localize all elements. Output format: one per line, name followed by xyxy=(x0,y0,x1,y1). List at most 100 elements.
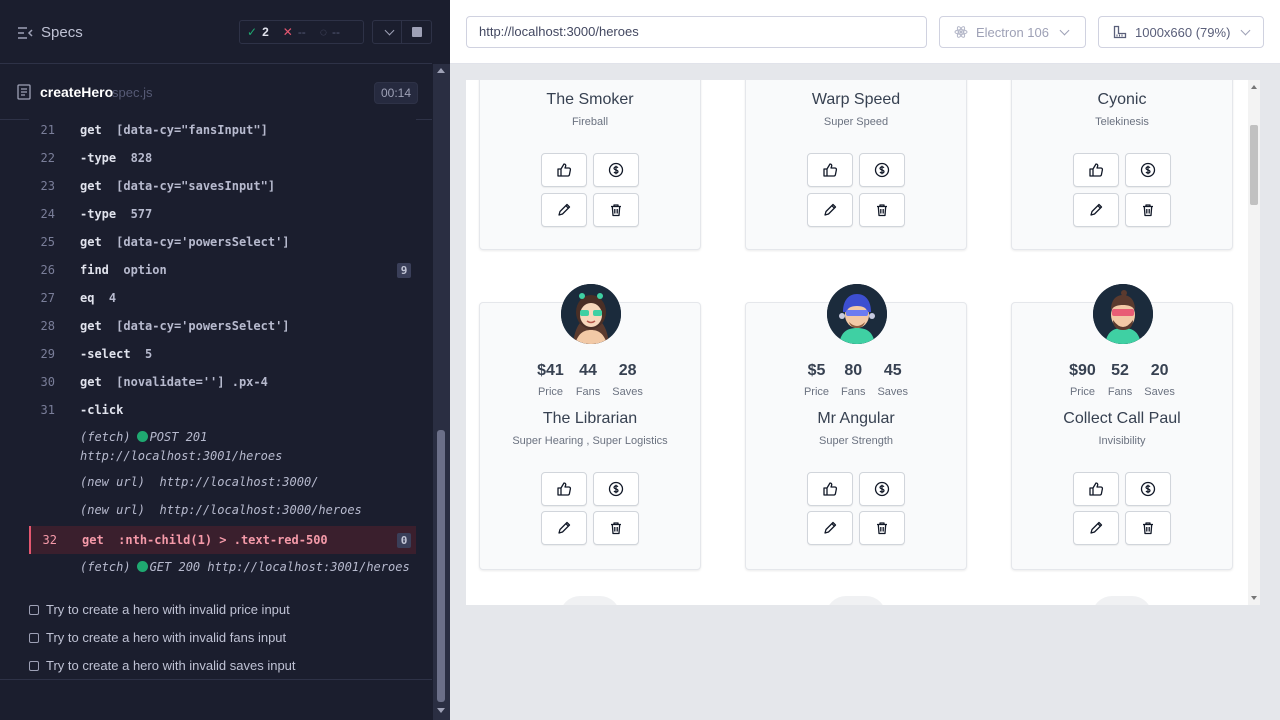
dollar-icon xyxy=(874,481,890,497)
trash-icon xyxy=(611,204,621,217)
like-button[interactable] xyxy=(807,153,853,187)
app-scrollbar[interactable] xyxy=(1248,80,1260,605)
delete-button[interactable] xyxy=(1125,193,1171,227)
command-number: 23 xyxy=(40,179,55,193)
price-button[interactable] xyxy=(1125,472,1171,506)
scrollbar-thumb[interactable] xyxy=(437,430,445,702)
edit-button[interactable] xyxy=(807,193,853,227)
next-hero-avatar xyxy=(560,596,620,605)
delete-button[interactable] xyxy=(859,193,905,227)
reporter-header: Specs ✓ 2 ✕ -- ◌ -- xyxy=(0,0,432,64)
command-row[interactable]: 26 find option 9 xyxy=(29,256,416,284)
command-row[interactable]: 21 get [data-cy="fansInput"] xyxy=(29,116,416,144)
new-url-log[interactable]: (new url) http://localhost:3000/ xyxy=(80,475,318,489)
hero-card: Cyonic Telekinesis xyxy=(1011,80,1233,250)
scroll-up-arrow-icon[interactable] xyxy=(1251,85,1257,89)
price-button[interactable] xyxy=(859,472,905,506)
command-number: 28 xyxy=(40,319,55,333)
ruler-icon xyxy=(1113,25,1127,39)
scrollbar-thumb[interactable] xyxy=(1250,125,1258,205)
delete-button[interactable] xyxy=(859,511,905,545)
edit-button[interactable] xyxy=(807,511,853,545)
spec-extension: spec.js xyxy=(112,85,153,100)
price-label: Price xyxy=(1069,386,1095,398)
edit-button[interactable] xyxy=(541,511,587,545)
menu-collapse-icon xyxy=(18,26,33,39)
command-row[interactable]: 27 eq 4 xyxy=(29,284,416,312)
price-button[interactable] xyxy=(593,472,639,506)
command-row[interactable]: 22 -type 828 xyxy=(29,144,416,172)
trash-icon xyxy=(877,204,887,217)
like-button[interactable] xyxy=(807,472,853,506)
hero-card: $5 Price 80 Fans 45 Saves Mr Angular Super … xyxy=(745,284,967,570)
command-number: 21 xyxy=(40,123,55,137)
command-name: -type 828 xyxy=(80,151,153,165)
edit-button[interactable] xyxy=(541,193,587,227)
command-name: get :nth-child(1) > .text-red-500 xyxy=(82,533,328,547)
fetch-log-post[interactable]: (fetch) POST 201 xyxy=(80,430,207,444)
scroll-up-arrow-icon[interactable] xyxy=(437,68,445,73)
delete-button[interactable] xyxy=(593,193,639,227)
test-item[interactable]: Try to create a hero with invalid price … xyxy=(29,602,290,617)
browser-selector[interactable]: Electron 106 xyxy=(939,16,1086,48)
fetch-log-get[interactable]: (fetch) GET 200 http://localhost:3001/her… xyxy=(80,560,410,574)
test-item[interactable]: Try to create a hero with invalid saves … xyxy=(29,658,296,673)
command-row[interactable]: 28 get [data-cy='powersSelect'] xyxy=(29,312,416,340)
like-button[interactable] xyxy=(1073,472,1119,506)
command-row-failed[interactable]: 32 get :nth-child(1) > .text-red-500 0 xyxy=(29,526,416,554)
command-name: get [data-cy="fansInput"] xyxy=(80,123,268,137)
saves-label: Saves xyxy=(877,386,909,398)
command-number: 27 xyxy=(40,291,55,305)
failed-x-icon: ✕ xyxy=(282,25,293,39)
fans-value: 80 xyxy=(844,362,863,379)
saves-value: 28 xyxy=(618,362,637,379)
delete-button[interactable] xyxy=(593,511,639,545)
command-number: 32 xyxy=(42,533,57,547)
url-bar[interactable]: http://localhost:3000/heroes xyxy=(466,16,927,48)
saves-label: Saves xyxy=(612,386,643,398)
scroll-down-arrow-icon[interactable] xyxy=(437,708,445,713)
scroll-down-arrow-icon[interactable] xyxy=(1251,596,1257,600)
trash-icon xyxy=(1143,522,1153,535)
command-row[interactable]: 29 -select 5 xyxy=(29,340,416,368)
price-button[interactable] xyxy=(593,153,639,187)
new-url-log[interactable]: (new url) http://localhost:3000/heroes xyxy=(80,503,362,517)
pencil-icon xyxy=(824,203,837,216)
auto-scroll-button[interactable] xyxy=(372,20,402,44)
test-item[interactable]: Try to create a hero with invalid fans i… xyxy=(29,630,286,645)
command-row[interactable]: 31 -click xyxy=(29,396,416,424)
command-name: get [data-cy="savesInput"] xyxy=(80,179,276,193)
pencil-icon xyxy=(558,521,571,534)
reporter-scrollbar[interactable] xyxy=(433,64,450,720)
fans-label: Fans xyxy=(841,386,866,398)
electron-icon xyxy=(954,26,968,38)
browser-name: Electron 106 xyxy=(976,24,1049,40)
like-button[interactable] xyxy=(541,472,587,506)
edit-button[interactable] xyxy=(1073,193,1119,227)
fans-label: Fans xyxy=(1107,386,1133,398)
price-button[interactable] xyxy=(1125,153,1171,187)
specs-toggle[interactable]: Specs xyxy=(17,24,83,41)
command-row[interactable]: 24 -type 577 xyxy=(29,200,416,228)
edit-button[interactable] xyxy=(1073,511,1119,545)
thumbs-up-icon xyxy=(1089,163,1104,177)
like-button[interactable] xyxy=(541,153,587,187)
command-row[interactable]: 23 get [data-cy="savesInput"] xyxy=(29,172,416,200)
hero-name: Mr Angular xyxy=(817,410,895,427)
stop-button[interactable] xyxy=(402,20,432,44)
document-icon xyxy=(17,84,31,100)
price-button[interactable] xyxy=(859,153,905,187)
like-button[interactable] xyxy=(1073,153,1119,187)
hero-powers: Telekinesis xyxy=(1095,116,1149,128)
thumbs-up-icon xyxy=(557,482,572,496)
command-row[interactable]: 25 get [data-cy='powersSelect'] xyxy=(29,228,416,256)
failed-count: -- xyxy=(297,25,306,39)
command-row[interactable]: 30 get [novalidate=''] .px-4 xyxy=(29,368,416,396)
fans-value: 52 xyxy=(1111,362,1129,379)
price-value: $5 xyxy=(807,362,826,379)
viewport-selector[interactable]: 1000x660 (79%) xyxy=(1098,16,1264,48)
delete-button[interactable] xyxy=(1125,511,1171,545)
hero-avatar xyxy=(1093,284,1153,344)
hero-powers: Fireball xyxy=(571,116,609,128)
element-count-badge: 9 xyxy=(397,263,411,278)
